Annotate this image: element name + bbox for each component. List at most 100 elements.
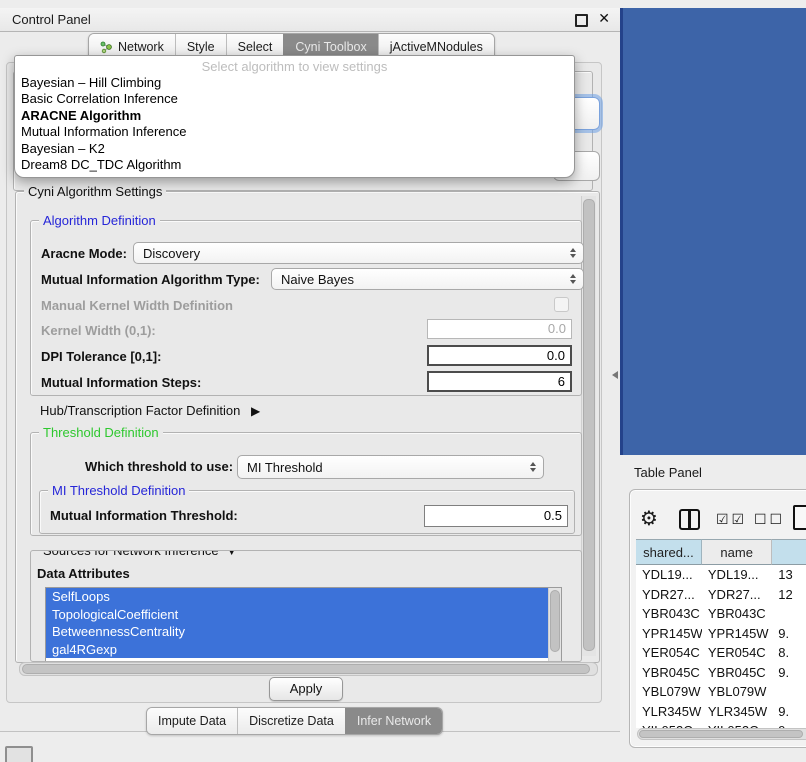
settings-vertical-scrollbar-thumb[interactable] [583, 199, 595, 651]
gear-icon[interactable]: ⚙ [640, 506, 658, 531]
deselect-all-checkboxes-icon[interactable]: ☐☐ [754, 511, 785, 528]
column-header-2[interactable] [772, 539, 806, 565]
settings-horizontal-scrollbar-thumb[interactable] [22, 664, 590, 674]
tab-label: Impute Data [158, 714, 226, 728]
table-cell: 9. [772, 624, 806, 644]
which-threshold-value: MI Threshold [247, 460, 323, 475]
dropdown-item-bayesian-k2[interactable]: Bayesian – K2 [15, 141, 574, 157]
table-cell [772, 604, 806, 624]
table-row[interactable]: YDL19...YDL19...13 [636, 565, 806, 585]
node-table: shared...name YDL19...YDL19...13YDR27...… [636, 539, 806, 728]
columns-icon[interactable] [679, 509, 700, 530]
collapse-arrow-icon[interactable]: ▼ [226, 550, 237, 558]
table-cell: 13 [772, 565, 806, 585]
mi-threshold-definition-title: MI Threshold Definition [48, 483, 189, 498]
mi-type-value: Naive Bayes [281, 272, 354, 287]
table-cell: YIL052C [636, 721, 702, 728]
mi-threshold-input[interactable]: 0.5 [424, 505, 568, 527]
table-row[interactable]: YBL079WYBL079W [636, 682, 806, 702]
settings-vertical-scrollbar[interactable] [581, 196, 596, 656]
which-threshold-combo[interactable]: MI Threshold [237, 455, 544, 479]
attributes-scrollbar[interactable] [548, 588, 561, 662]
mi-type-label: Mutual Information Algorithm Type: [41, 271, 260, 289]
attribute-items: SelfLoopsTopologicalCoefficientBetweenne… [46, 588, 549, 658]
mi-steps-input[interactable]: 6 [427, 371, 572, 392]
table-header-row: shared...name [636, 539, 806, 565]
tab-label: Style [187, 40, 215, 54]
tab-label: Discretize Data [249, 714, 334, 728]
apply-button[interactable]: Apply [269, 677, 343, 701]
table-cell: YBL079W [702, 682, 772, 702]
tab-label: Cyni Toolbox [295, 40, 366, 54]
dropdown-item-aracne-algorithm[interactable]: ARACNE Algorithm [15, 108, 574, 124]
settings-horizontal-scrollbar[interactable] [19, 662, 598, 676]
close-icon[interactable]: ✕ [598, 10, 610, 27]
threshold-definition-group: Threshold Definition Which threshold to … [30, 432, 582, 536]
minimized-panel-icon[interactable] [5, 746, 33, 762]
dropdown-item-mutual-information-inference[interactable]: Mutual Information Inference [15, 124, 574, 140]
table-cell: 9 [772, 721, 806, 728]
expand-arrow-icon[interactable]: ▶ [251, 404, 260, 418]
bottom-tab-bar: Impute Data Discretize Data Infer Network [146, 707, 443, 735]
export-table-icon[interactable] [793, 505, 806, 530]
kernel-width-input[interactable]: 0.0 [427, 319, 572, 339]
tab-label: Select [238, 40, 273, 54]
tab-label: Network [118, 40, 164, 54]
attribute-item-betweennesscentrality[interactable]: BetweennessCentrality [46, 623, 549, 641]
table-cell: YBL079W [636, 682, 702, 702]
data-attributes-list[interactable]: SelfLoopsTopologicalCoefficientBetweenne… [45, 587, 562, 662]
attribute-item-gal4rgexp[interactable]: gal4RGexp [46, 641, 549, 659]
table-cell: 9. [772, 702, 806, 722]
table-row[interactable]: YER054CYER054C8. [636, 643, 806, 663]
algorithm-dropdown-list: Select algorithm to view settings Bayesi… [14, 55, 575, 178]
control-panel-titlebar: Control Panel ✕ [0, 8, 620, 32]
dpi-tolerance-label: DPI Tolerance [0,1]: [41, 348, 161, 366]
cyni-algorithm-settings-group: Cyni Algorithm Settings Algorithm Defini… [15, 191, 600, 663]
table-row[interactable]: YPR145WYPR145W9. [636, 624, 806, 644]
sources-title-text: Sources for Network Inference [43, 550, 219, 558]
mi-steps-label: Mutual Information Steps: [41, 374, 201, 392]
mi-threshold-definition-group: MI Threshold Definition Mutual Informati… [39, 490, 575, 534]
aracne-mode-combo[interactable]: Discovery [133, 242, 584, 264]
table-row[interactable]: YBR045CYBR045C9. [636, 663, 806, 683]
float-panel-icon[interactable] [575, 14, 588, 27]
column-header-shared[interactable]: shared... [636, 539, 702, 565]
table-row[interactable]: YBR043CYBR043C [636, 604, 806, 624]
dropdown-item-dream8-dc-tdc-algorithm[interactable]: Dream8 DC_TDC Algorithm [15, 157, 574, 173]
column-header-name[interactable]: name [702, 539, 772, 565]
hub-definition-label[interactable]: Hub/Transcription Factor Definition ▶ [40, 402, 260, 420]
select-all-checkboxes-icon[interactable]: ☑☑ [716, 511, 747, 528]
table-horizontal-scrollbar[interactable] [637, 728, 806, 740]
combo-arrows-icon [570, 274, 576, 284]
mi-type-combo[interactable]: Naive Bayes [271, 268, 584, 290]
table-cell: YLR345W [702, 702, 772, 722]
table-cell: YBR045C [636, 663, 702, 683]
attribute-item-topologicalcoefficient[interactable]: TopologicalCoefficient [46, 606, 549, 624]
table-row[interactable]: YDR27...YDR27...12 [636, 585, 806, 605]
table-cell: 9. [772, 663, 806, 683]
table-horizontal-scrollbar-thumb[interactable] [639, 730, 803, 738]
sources-title: Sources for Network Inference ▼ [39, 550, 241, 560]
dropdown-item-basic-correlation-inference[interactable]: Basic Correlation Inference [15, 91, 574, 107]
attribute-item-selfloops[interactable]: SelfLoops [46, 588, 549, 606]
tab-label: Infer Network [357, 714, 431, 728]
table-cell: 12 [772, 585, 806, 605]
algorithm-definition-group: Algorithm Definition Aracne Mode: Discov… [30, 220, 582, 396]
table-cell: YBR043C [636, 604, 702, 624]
split-pane-collapse-icon[interactable] [612, 371, 618, 379]
table-cell: YDR27... [636, 585, 702, 605]
table-cell: YBR043C [702, 604, 772, 624]
table-cell: YLR345W [636, 702, 702, 722]
tab-infer-network[interactable]: Infer Network [345, 708, 442, 734]
table-row[interactable]: YLR345WYLR345W9. [636, 702, 806, 722]
manual-kernel-checkbox[interactable] [554, 297, 569, 312]
aracne-mode-label: Aracne Mode: [41, 245, 127, 263]
table-cell: YBR045C [702, 663, 772, 683]
tab-discretize-data[interactable]: Discretize Data [237, 708, 345, 734]
table-cell: 8. [772, 643, 806, 663]
attributes-scrollbar-thumb[interactable] [550, 590, 560, 652]
dpi-tolerance-input[interactable]: 0.0 [427, 345, 572, 366]
dropdown-item-bayesian-hill-climbing[interactable]: Bayesian – Hill Climbing [15, 75, 574, 91]
tab-impute-data[interactable]: Impute Data [147, 708, 237, 734]
table-row[interactable]: YIL052CYIL052C9 [636, 721, 806, 728]
